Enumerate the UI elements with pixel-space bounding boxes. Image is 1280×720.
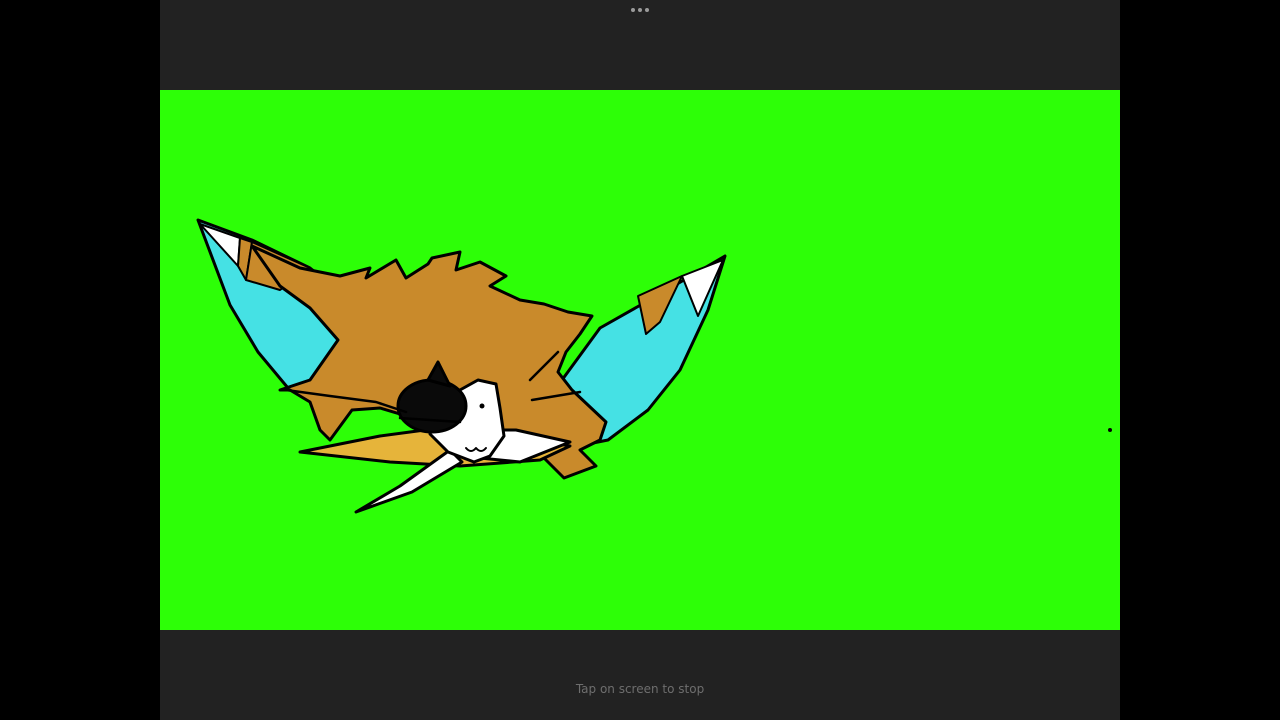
stray-dot [1108,428,1112,432]
stop-hint-text: Tap on screen to stop [575,682,705,696]
dark-eye-patch [396,378,468,434]
animation-canvas[interactable] [160,90,1120,630]
creature-drawing [196,218,1112,514]
letterbox-left [0,0,160,720]
more-dot [638,8,642,12]
top-bar [160,0,1120,90]
letterbox-right [1120,0,1280,720]
more-dot [631,8,635,12]
eye [479,403,485,409]
bottom-bar: Tap on screen to stop [160,630,1120,720]
playback-screen: Tap on screen to stop [160,0,1120,720]
more-options-icon[interactable] [626,4,654,16]
more-dot [645,8,649,12]
